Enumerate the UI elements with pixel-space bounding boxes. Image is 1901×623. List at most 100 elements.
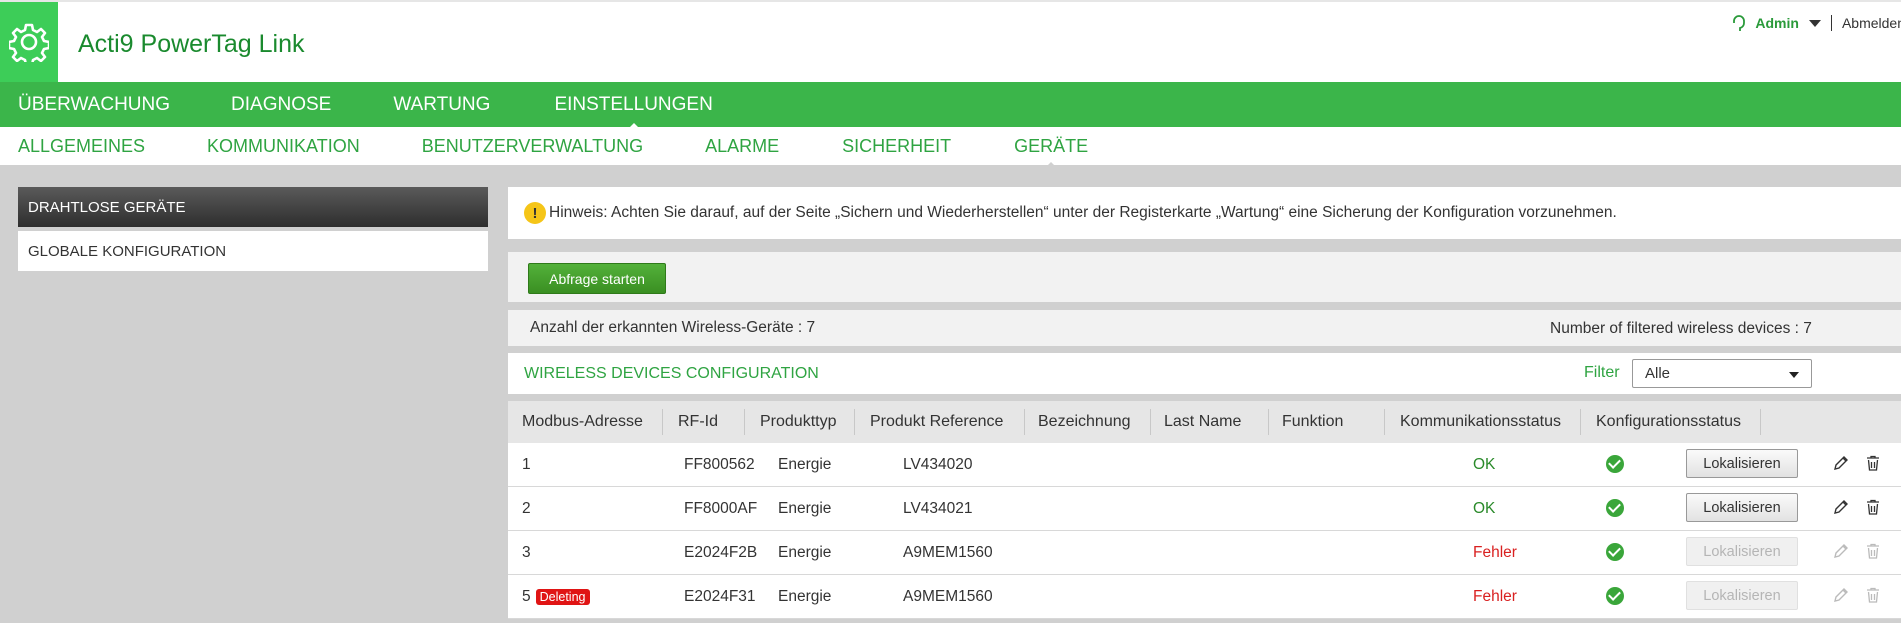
communication-status: OK bbox=[1473, 500, 1496, 517]
column-header[interactable]: Modbus-Adresse bbox=[522, 413, 643, 431]
sidebar-item-globale-konfiguration[interactable]: GLOBALE KONFIGURATION bbox=[18, 231, 488, 271]
locate-button[interactable]: Lokalisieren bbox=[1686, 449, 1798, 478]
column-divider bbox=[1268, 409, 1269, 435]
action-bar: Abfrage starten bbox=[508, 252, 1901, 302]
edit-icon bbox=[1834, 588, 1848, 602]
column-header[interactable]: RF-Id bbox=[678, 413, 718, 431]
warning-icon: ! bbox=[524, 202, 546, 224]
app-title: Acti9 PowerTag Link bbox=[78, 30, 305, 58]
communication-status: OK bbox=[1473, 456, 1496, 473]
trash-icon bbox=[1867, 543, 1879, 559]
table-row: 5 Deleting E2024F31 Energie A9MEM1560 Feh… bbox=[508, 575, 1901, 619]
table-row: 2 FF8000AF Energie LV434021 OK Lokalisie… bbox=[508, 487, 1901, 531]
main-nav-item-einstellungen[interactable]: EINSTELLUNGEN bbox=[554, 94, 713, 132]
product-type: Energie bbox=[778, 456, 832, 473]
column-header[interactable]: Last Name bbox=[1164, 413, 1241, 431]
filter-label: Filter bbox=[1584, 364, 1620, 381]
hint-banner: ! Hinweis: Achten Sie darauf, auf der Se… bbox=[508, 187, 1901, 239]
table-row: 3 E2024F2B Energie A9MEM1560 Fehler Loka… bbox=[508, 531, 1901, 575]
filter-select[interactable]: Alle bbox=[1632, 359, 1812, 388]
locate-button: Lokalisieren bbox=[1686, 537, 1798, 566]
section-title: WIRELESS DEVICES CONFIGURATION bbox=[524, 365, 819, 382]
column-divider bbox=[1580, 409, 1581, 435]
trash-icon[interactable] bbox=[1865, 455, 1881, 471]
filter-value: Alle bbox=[1645, 365, 1671, 382]
user-icon bbox=[1733, 15, 1746, 31]
tab-allgemeines[interactable]: ALLGEMEINES bbox=[18, 136, 145, 157]
main-nav-item-wartung[interactable]: WARTUNG bbox=[393, 94, 490, 116]
tab-alarme[interactable]: ALARME bbox=[705, 136, 779, 157]
rf-id: FF8000AF bbox=[684, 500, 758, 517]
check-circle-icon bbox=[1606, 499, 1624, 517]
start-scan-button[interactable]: Abfrage starten bbox=[528, 263, 666, 294]
deleting-badge: Deleting bbox=[535, 589, 590, 605]
column-header[interactable]: Funktion bbox=[1282, 413, 1343, 431]
divider bbox=[1830, 15, 1832, 31]
communication-status: Fehler bbox=[1473, 588, 1517, 605]
tab-sicherheit[interactable]: SICHERHEIT bbox=[842, 136, 951, 157]
rf-id: FF800562 bbox=[684, 456, 755, 473]
main-nav-item-ueberwachung[interactable]: ÜBERWACHUNG bbox=[18, 94, 170, 116]
chevron-down-icon bbox=[1789, 372, 1799, 378]
trash-icon[interactable] bbox=[1865, 499, 1881, 515]
column-header[interactable]: Bezeichnung bbox=[1038, 413, 1131, 431]
modbus-address: 5 bbox=[522, 588, 531, 605]
column-divider bbox=[744, 409, 745, 435]
edit-icon bbox=[1834, 544, 1848, 558]
main-nav: ÜBERWACHUNG DIAGNOSE WARTUNG EINSTELLUNG… bbox=[0, 82, 1901, 132]
product-type: Energie bbox=[778, 544, 832, 561]
gear-icon bbox=[9, 23, 49, 62]
rf-id: E2024F2B bbox=[684, 544, 758, 561]
modbus-address: 2 bbox=[522, 500, 531, 517]
check-circle-icon bbox=[1606, 587, 1624, 605]
trash-icon bbox=[1867, 587, 1879, 603]
tab-geraete[interactable]: GERÄTE bbox=[1014, 136, 1088, 171]
tab-benutzerverwaltung[interactable]: BENUTZERVERWALTUNG bbox=[422, 136, 643, 157]
column-header[interactable]: Produkt Reference bbox=[870, 413, 1003, 431]
app-header: Acti9 PowerTag Link Admin Abmelden bbox=[0, 0, 1901, 82]
main-nav-item-diagnose[interactable]: DIAGNOSE bbox=[231, 94, 331, 116]
modbus-address-cell: 5 Deleting bbox=[522, 588, 590, 606]
rf-id: E2024F31 bbox=[684, 588, 756, 605]
product-type: Energie bbox=[778, 588, 832, 605]
check-circle-icon bbox=[1606, 543, 1624, 561]
column-header[interactable]: Produkttyp bbox=[760, 413, 836, 431]
chevron-down-icon[interactable] bbox=[1808, 19, 1821, 27]
active-indicator bbox=[1042, 161, 1061, 171]
check-circle-icon bbox=[1606, 455, 1624, 473]
edit-icon[interactable] bbox=[1833, 499, 1849, 515]
product-reference: A9MEM1560 bbox=[903, 544, 993, 561]
tab-kommunikation[interactable]: KOMMUNIKATION bbox=[207, 136, 360, 157]
product-type: Energie bbox=[778, 500, 832, 517]
sub-nav: ALLGEMEINES KOMMUNIKATION BENUTZERVERWAL… bbox=[0, 127, 1901, 171]
column-divider bbox=[1024, 409, 1025, 435]
product-reference: LV434020 bbox=[903, 456, 973, 473]
modbus-address: 3 bbox=[522, 544, 531, 561]
communication-status: Fehler bbox=[1473, 544, 1517, 561]
user-name[interactable]: Admin bbox=[1755, 15, 1799, 31]
config-header: WIRELESS DEVICES CONFIGURATION Filter Al… bbox=[508, 353, 1901, 394]
column-divider bbox=[1760, 409, 1761, 435]
app-logo bbox=[0, 2, 58, 82]
table-row: 1 FF800562 Energie LV434020 OK Lokalisie… bbox=[508, 443, 1901, 487]
hint-text: Hinweis: Achten Sie darauf, auf der Seit… bbox=[549, 204, 1617, 221]
logout-link[interactable]: Abmelden bbox=[1842, 15, 1901, 31]
user-menu: Admin Abmelden bbox=[1731, 14, 1901, 32]
device-count-bar: Anzahl der erkannten Wireless-Geräte : 7… bbox=[508, 310, 1901, 346]
filtered-count: Number of filtered wireless devices : 7 bbox=[1550, 320, 1812, 337]
table-header: Modbus-Adresse RF-Id Produkttyp Produkt … bbox=[508, 401, 1901, 443]
column-divider bbox=[1384, 409, 1385, 435]
column-header[interactable]: Kommunikationsstatus bbox=[1400, 413, 1561, 431]
sidebar-item-drahtlose-geraete[interactable]: DRAHTLOSE GERÄTE bbox=[18, 187, 488, 227]
detected-count: Anzahl der erkannten Wireless-Geräte : 7 bbox=[530, 319, 816, 336]
column-header[interactable]: Konfigurationsstatus bbox=[1596, 413, 1741, 431]
edit-icon[interactable] bbox=[1833, 455, 1849, 471]
locate-button[interactable]: Lokalisieren bbox=[1686, 493, 1798, 522]
column-divider bbox=[854, 409, 855, 435]
column-divider bbox=[662, 409, 663, 435]
column-divider bbox=[1150, 409, 1151, 435]
locate-button: Lokalisieren bbox=[1686, 581, 1798, 610]
product-reference: A9MEM1560 bbox=[903, 588, 993, 605]
modbus-address: 1 bbox=[522, 456, 531, 473]
product-reference: LV434021 bbox=[903, 500, 973, 517]
